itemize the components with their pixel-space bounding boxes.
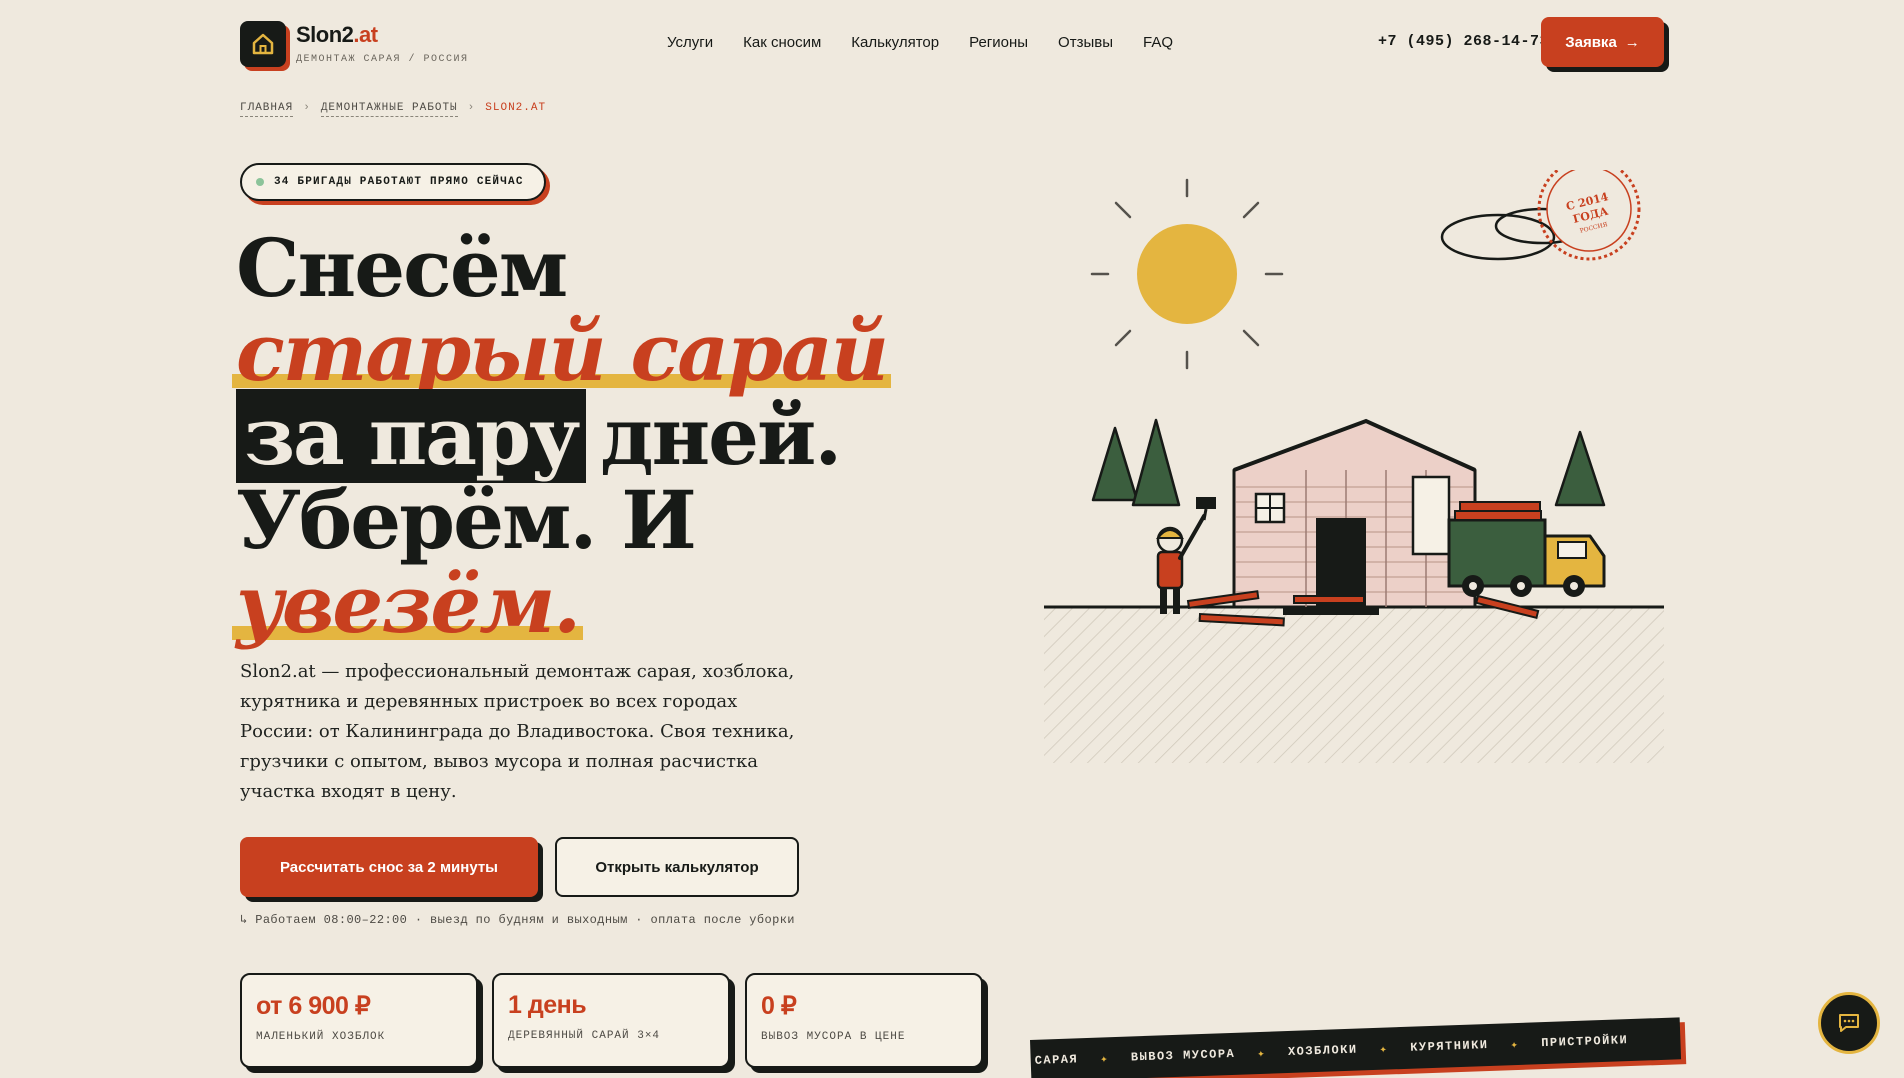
status-badge: 34 БРИГАДЫ РАБОТАЮТ ПРЯМО СЕЙЧАС — [240, 163, 546, 201]
breadcrumb-current: SLON2.AT — [485, 102, 547, 114]
nav-item-calculator[interactable]: Калькулятор — [851, 34, 939, 51]
truck-icon — [1447, 501, 1606, 597]
logo-subtitle: ДЕМОНТАЖ САРАЯ / РОССИЯ — [296, 54, 469, 65]
ground-area — [1044, 607, 1664, 763]
headline-line-3: за пару дней. — [236, 389, 842, 483]
breadcrumb-demolition[interactable]: ДЕМОНТАЖНЫЕ РАБОТЫ — [320, 102, 458, 117]
main-nav: Услуги Как сносим Калькулятор Регионы От… — [667, 34, 1173, 51]
hero-description: Slon2.at — профессиональный демонтаж сар… — [240, 661, 795, 802]
headline-line-4: Уберём. И — [236, 473, 697, 567]
calculate-demolition-button[interactable]: Рассчитать снос за 2 минуты — [240, 837, 538, 897]
hero-illustration: С 2014 ГОДА РОССИЯ — [1044, 170, 1664, 763]
worker-icon — [1155, 497, 1216, 614]
stat-label: ДЕРЕВЯННЫЙ САРАЙ 3×4 — [508, 1030, 661, 1042]
chat-icon — [1839, 1014, 1859, 1032]
stat-value: от 6 900 ₽ — [256, 992, 371, 1020]
status-badge-text: 34 БРИГАДЫ РАБОТАЮТ ПРЯМО СЕЙЧАС — [274, 176, 524, 188]
ticker-item: ВЫВОЗ МУСОРА — [1130, 1046, 1236, 1065]
breadcrumb-home[interactable]: ГЛАВНАЯ — [240, 102, 294, 117]
nav-item-faq[interactable]: FAQ — [1143, 34, 1173, 51]
star-icon: ✦ — [1379, 1042, 1389, 1057]
headline-line-5: увезём. — [232, 562, 584, 646]
stat-label: ВЫВОЗ МУСОРА В ЦЕНЕ — [761, 1031, 906, 1043]
house-icon — [252, 33, 274, 55]
breadcrumb-separator: › — [303, 102, 311, 114]
headline-line-1: Снесём — [236, 221, 568, 315]
open-calculator-button[interactable]: Открыть калькулятор — [555, 837, 799, 897]
stat-card: 1 день ДЕРЕВЯННЫЙ САРАЙ 3×4 — [492, 973, 730, 1068]
request-button[interactable]: Заявка → — [1541, 17, 1664, 67]
request-button-label: Заявка — [1565, 33, 1617, 51]
ticker-item: КУРЯТНИКИ — [1410, 1038, 1489, 1055]
ticker-item: САРАЯ — [1034, 1052, 1079, 1068]
headline-highlight: за пару — [236, 389, 587, 483]
breadcrumb: ГЛАВНАЯ › ДЕМОНТАЖНЫЕ РАБОТЫ › SLON2.AT — [240, 102, 546, 117]
breadcrumb-separator: › — [467, 102, 476, 114]
chat-button[interactable] — [1818, 992, 1880, 1054]
shed-icon — [1232, 418, 1477, 615]
since-2014-stamp: С 2014 ГОДА РОССИЯ — [1537, 170, 1641, 261]
star-icon: ✦ — [1510, 1037, 1520, 1052]
nav-item-reviews[interactable]: Отзывы — [1058, 34, 1113, 51]
logo-mark[interactable] — [240, 21, 286, 67]
nav-item-services[interactable]: Услуги — [667, 34, 713, 51]
working-hours-note: ↳ Работаем 08:00–22:00 · выезд по будням… — [240, 913, 795, 927]
headline-line-2: старый сарай — [232, 310, 892, 394]
services-ticker: САРАЯ ✦ ВЫВОЗ МУСОРА ✦ ХОЗБЛОКИ ✦ КУРЯТН… — [1030, 1017, 1682, 1078]
nav-item-how[interactable]: Как сносим — [743, 34, 821, 51]
sun-icon — [1090, 178, 1284, 370]
stat-label: МАЛЕНЬКИЙ ХОЗБЛОК — [256, 1031, 386, 1043]
phone-link[interactable]: +7 (495) 268-14-73 — [1378, 33, 1549, 50]
ticker-item: ХОЗБЛОКИ — [1287, 1042, 1358, 1059]
star-icon: ✦ — [1099, 1051, 1110, 1067]
stat-card: 0 ₽ ВЫВОЗ МУСОРА В ЦЕНЕ — [745, 973, 983, 1068]
star-icon: ✦ — [1257, 1046, 1267, 1061]
logo-name[interactable]: Slon2.at — [296, 22, 378, 48]
stat-value: 1 день — [508, 991, 587, 1019]
arrow-right-icon: → — [1624, 33, 1640, 51]
ticker-item: ПРИСТРОЙКИ — [1540, 1033, 1629, 1051]
live-dot-icon — [256, 178, 264, 186]
nav-item-regions[interactable]: Регионы — [969, 34, 1028, 51]
stat-card: от 6 900 ₽ МАЛЕНЬКИЙ ХОЗБЛОК — [240, 973, 478, 1068]
stat-value: 0 ₽ — [761, 992, 797, 1020]
